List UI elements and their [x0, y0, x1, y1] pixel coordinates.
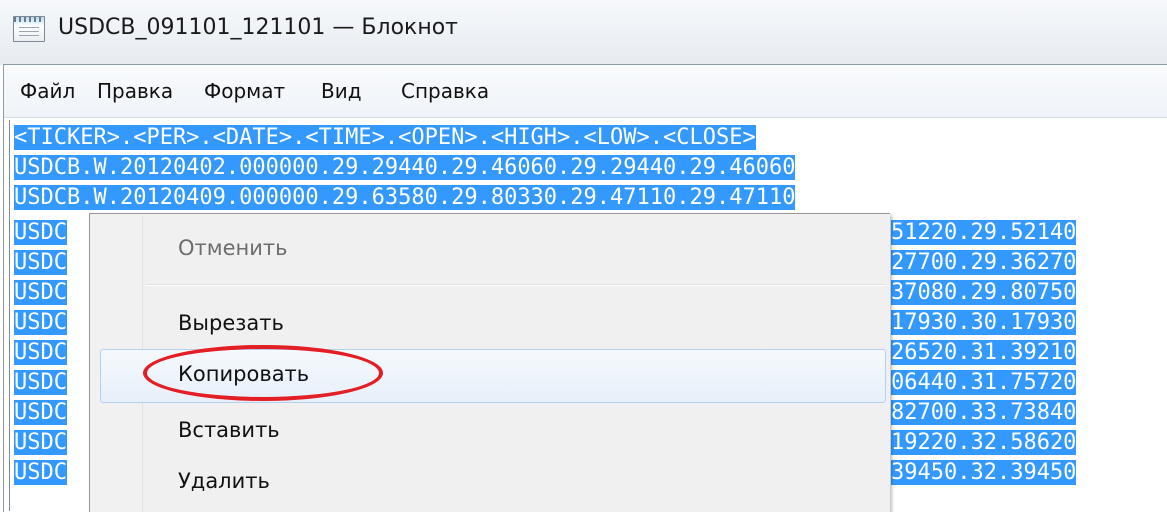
selected-text: 39450.32.39450 — [891, 460, 1077, 485]
selected-text: 82700.33.73840 — [891, 400, 1077, 425]
selected-text: 17930.30.17930 — [891, 310, 1077, 335]
text-line-partial: 19220.32.58620 — [891, 428, 1077, 458]
selected-text: USDCB.W.20120409.000000.29.63580.29.8033… — [14, 185, 796, 210]
menu-item-paste[interactable]: Вставить — [178, 418, 280, 442]
selected-text: USDC — [14, 430, 67, 455]
text-line-partial: USDC — [14, 398, 67, 428]
context-menu-separator — [146, 284, 884, 286]
context-menu: Отменить Вырезать Копировать Вставить Уд… — [89, 213, 890, 512]
selected-text: USDC — [14, 400, 67, 425]
selected-text: 51220.29.52140 — [891, 220, 1077, 245]
text-line-partial: 82700.33.73840 — [891, 398, 1077, 428]
menu-item-copy[interactable]: Копировать — [178, 362, 309, 386]
notepad-icon — [13, 16, 45, 42]
text-line-partial: USDC — [14, 368, 67, 398]
selected-text: 37080.29.80750 — [891, 280, 1077, 305]
window-title: USDCB_091101_121101 — Блокнот — [58, 15, 458, 40]
selected-text: USDC — [14, 280, 67, 305]
title-bar: USDCB_091101_121101 — Блокнот — [0, 0, 1167, 65]
selected-text: 26520.31.39210 — [891, 340, 1077, 365]
text-line-partial: USDC — [14, 308, 67, 338]
selected-text: USDC — [14, 370, 67, 395]
menu-view[interactable]: Вид — [321, 79, 362, 103]
text-line-partial: USDC — [14, 248, 67, 278]
menu-help[interactable]: Справка — [401, 79, 489, 103]
text-line-partial: USDC — [14, 458, 67, 488]
menu-format[interactable]: Формат — [204, 79, 285, 103]
text-line-partial: 06440.31.75720 — [891, 368, 1077, 398]
menu-file[interactable]: Файл — [20, 79, 75, 103]
text-line-partial: 27700.29.36270 — [891, 248, 1077, 278]
selected-text: <TICKER>.<PER>.<DATE>.<TIME>.<OPEN>.<HIG… — [14, 125, 756, 150]
selected-text: 27700.29.36270 — [891, 250, 1077, 275]
text-line-partial: 37080.29.80750 — [891, 278, 1077, 308]
menu-item-cut[interactable]: Вырезать — [178, 311, 284, 335]
selected-text: USDC — [14, 310, 67, 335]
text-line-partial: 39450.32.39450 — [891, 458, 1077, 488]
selected-text: USDC — [14, 460, 67, 485]
text-line-partial: 26520.31.39210 — [891, 338, 1077, 368]
selected-text: 06440.31.75720 — [891, 370, 1077, 395]
text-line-partial: USDC — [14, 278, 67, 308]
text-line-partial: USDC — [14, 428, 67, 458]
menu-item-undo[interactable]: Отменить — [178, 236, 288, 260]
selected-text: USDCB.W.20120402.000000.29.29440.29.4606… — [14, 155, 796, 180]
menu-bar: Файл Правка Формат Вид Справка — [4, 65, 1167, 118]
text-line: <TICKER>.<PER>.<DATE>.<TIME>.<OPEN>.<HIG… — [14, 123, 756, 153]
text-line: USDCB.W.20120409.000000.29.63580.29.8033… — [14, 183, 796, 213]
selected-text: 19220.32.58620 — [891, 430, 1077, 455]
menu-item-delete[interactable]: Удалить — [178, 469, 270, 493]
text-line: USDCB.W.20120402.000000.29.29440.29.4606… — [14, 153, 796, 183]
text-line-partial: USDC — [14, 338, 67, 368]
text-line-partial: 17930.30.17930 — [891, 308, 1077, 338]
text-line-partial: 51220.29.52140 — [891, 218, 1077, 248]
selected-text: USDC — [14, 340, 67, 365]
menu-edit[interactable]: Правка — [97, 79, 173, 103]
selected-text: USDC — [14, 250, 67, 275]
selected-text: USDC — [14, 220, 67, 245]
text-line-partial: USDC — [14, 218, 67, 248]
